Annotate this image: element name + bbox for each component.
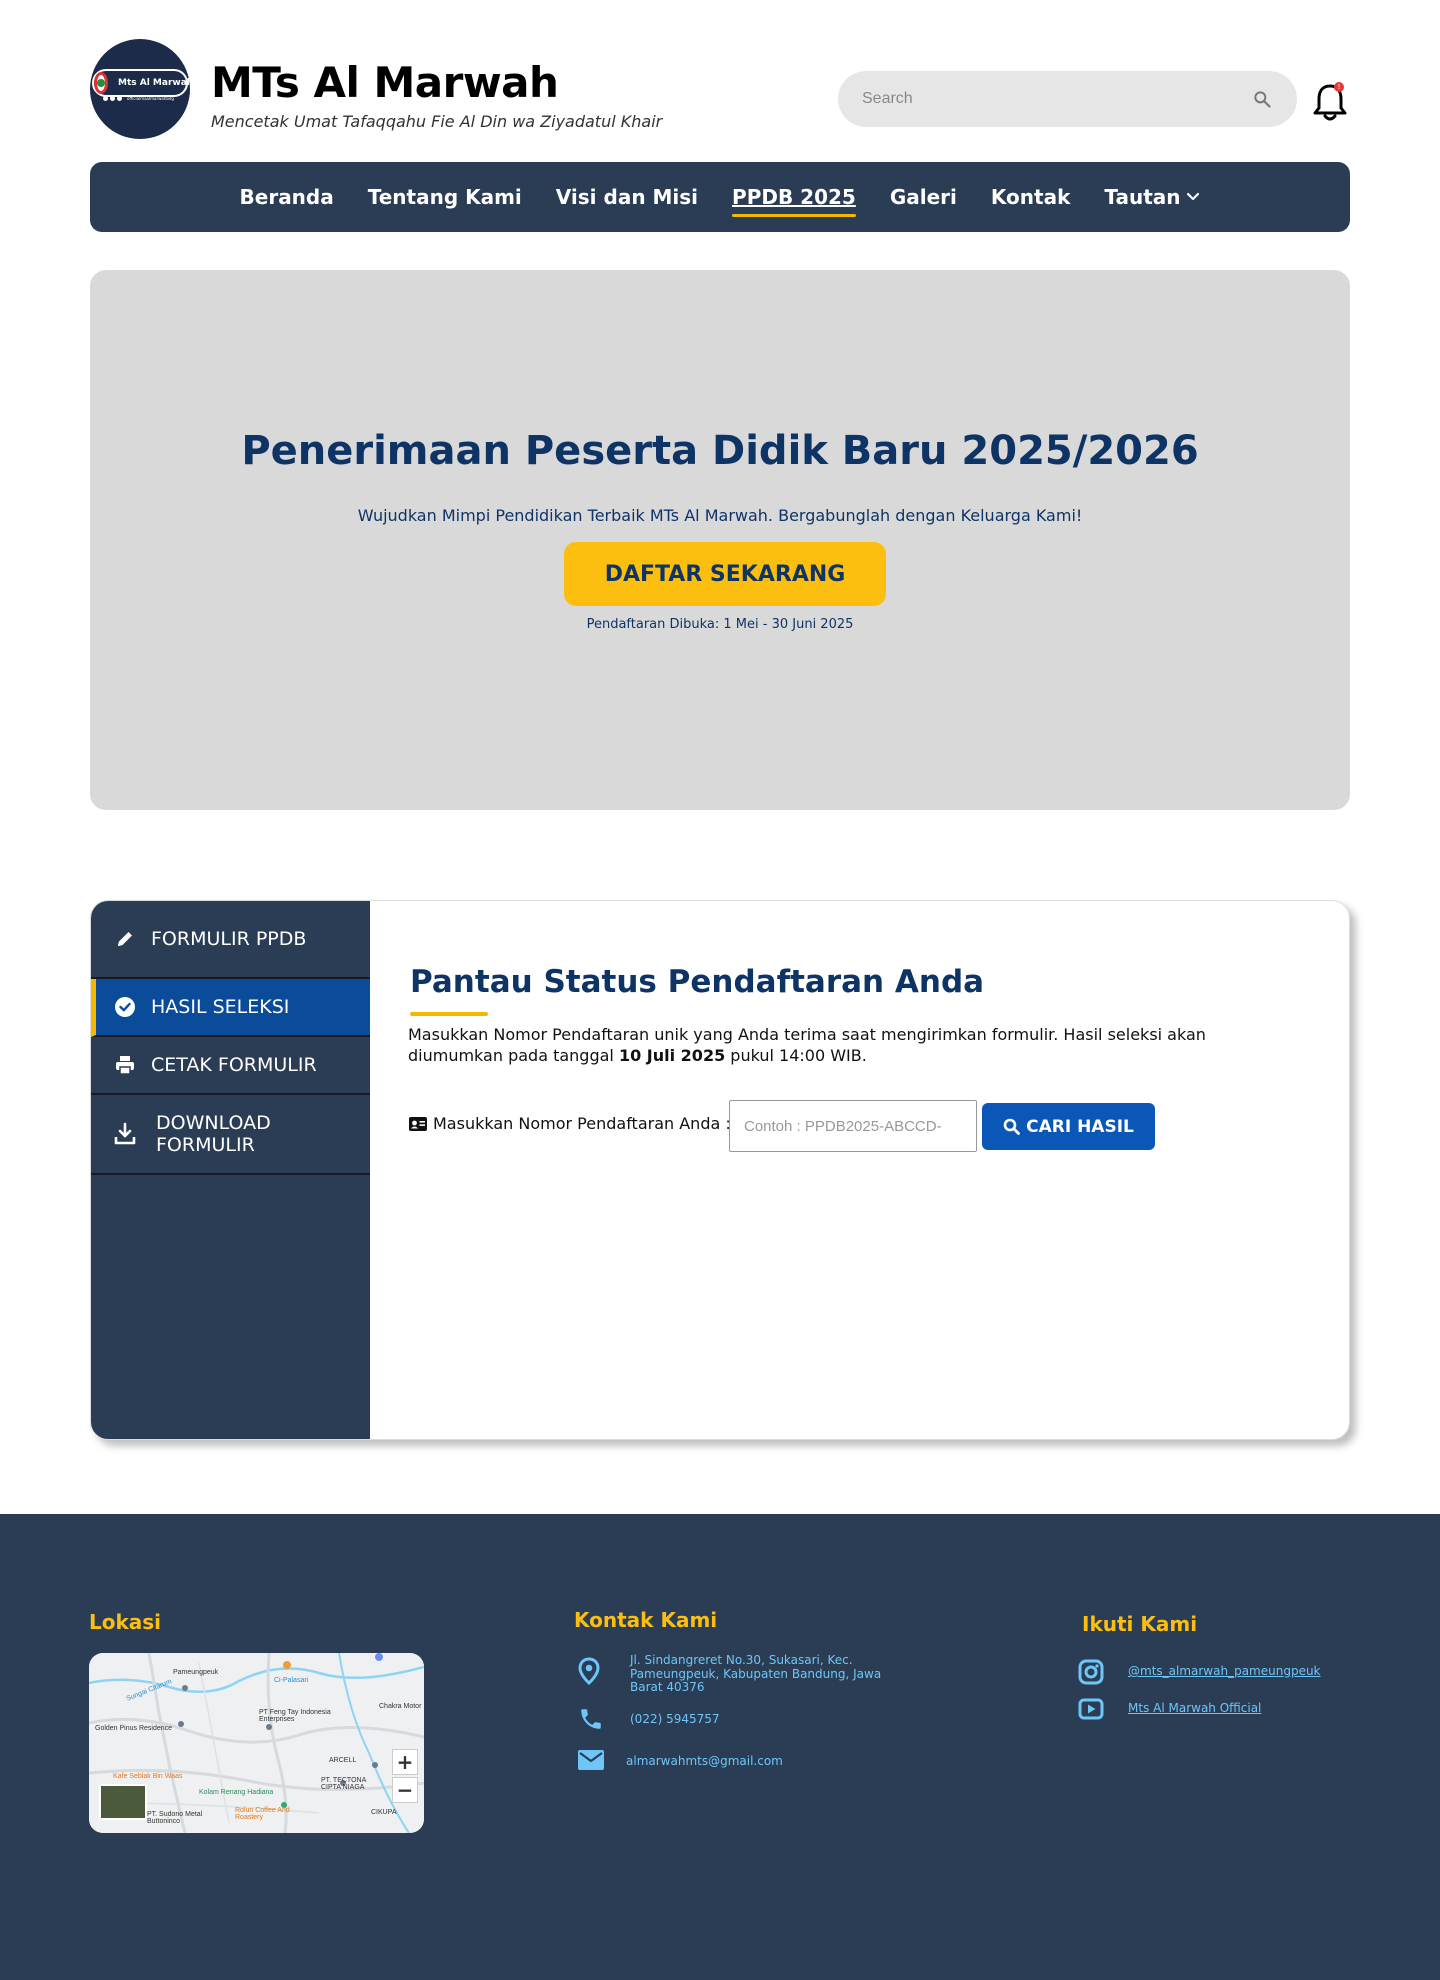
instagram-dot-icon [103,96,108,101]
map-label: PT. Sudono Metal Buttoninco [147,1811,203,1825]
nav-ppdb-2025[interactable]: PPDB 2025 [732,185,856,217]
youtube-icon [1078,1698,1104,1720]
logo-social-row: officialmaalmarwahbdg [103,96,174,101]
printer-icon [113,1053,137,1077]
instagram-link[interactable]: @mts_almarwah_pameungpeuk [1128,1664,1321,1679]
main-nav: Beranda Tentang Kami Visi dan Misi PPDB … [90,162,1350,232]
nav-tautan-label: Tautan [1104,185,1181,209]
nav-beranda[interactable]: Beranda [240,185,334,209]
zoom-in-button[interactable]: + [392,1749,418,1775]
sidebar-item-formulir-ppdb[interactable]: FORMULIR PPDB [91,901,370,979]
nav-tentang-kami[interactable]: Tentang Kami [368,185,522,209]
sidebar-item-label: FORMULIR PPDB [151,928,307,950]
search-bar [838,71,1297,127]
hero-title: Penerimaan Peserta Didik Baru 2025/2026 [241,428,1199,474]
logo-text: Mts Al Marwah [118,78,194,88]
location-map[interactable]: Pameungpeuk Ci-Palasari Golden Pinus Res… [89,1653,424,1833]
map-label: Kolam Renang Hadiana [199,1789,274,1796]
hero-subtitle: Wujudkan Mimpi Pendidikan Terbaik MTs Al… [357,506,1083,525]
sidebar-item-label: CETAK FORMULIR [151,1054,317,1076]
site-title: MTs Al Marwah [211,58,559,107]
email-address[interactable]: almarwahmts@gmail.com [626,1754,783,1769]
download-icon [113,1122,137,1146]
map-satellite-thumbnail[interactable] [99,1784,147,1820]
bell-icon[interactable] [1310,80,1350,124]
register-now-button[interactable]: DAFTAR SEKARANG [564,542,886,606]
nav-tautan-dropdown[interactable]: Tautan [1104,185,1200,209]
contact-heading: Kontak Kami [574,1608,718,1632]
lookup-label-row: Masukkan Nomor Pendaftaran Anda : [408,1114,731,1133]
zoom-out-button[interactable]: − [392,1777,418,1803]
map-label: Chakra Motor [379,1703,422,1710]
check-circle-icon [113,995,137,1019]
search-icon [1003,1118,1021,1135]
location-heading: Lokasi [89,1610,162,1634]
phone-icon [581,1709,601,1729]
search-input[interactable] [862,90,1251,108]
content-title: Pantau Status Pendaftaran Anda [410,964,985,1000]
phone-number[interactable]: (022) 5945757 [630,1712,720,1727]
map-label: PT Feng Tay Indonesia Enterprises [259,1709,331,1723]
map-label: CIKUPA [371,1809,397,1816]
lookup-label: Masukkan Nomor Pendaftaran Anda : [433,1114,731,1133]
location-pin-icon [578,1657,600,1685]
youtube-link[interactable]: Mts Al Marwah Official [1128,1701,1261,1716]
map-label: Kafe Seblak Bin Waas [113,1773,183,1780]
nav-galeri[interactable]: Galeri [890,185,957,209]
search-result-button[interactable]: CARI HASIL [982,1103,1155,1150]
announcement-date: 10 Juli 2025 [618,1046,726,1065]
sidebar-item-label: DOWNLOAD FORMULIR [156,1112,271,1156]
sidebar-item-cetak-formulir[interactable]: CETAK FORMULIR [91,1037,370,1095]
id-card-icon [408,1116,428,1132]
chevron-down-icon [1186,192,1200,202]
hero-banner [90,270,1350,810]
logo-seal-icon [94,72,108,94]
follow-heading: Ikuti Kami [1082,1612,1198,1636]
instagram-icon [1078,1659,1104,1685]
search-icon[interactable] [1251,88,1273,110]
logo-handle: officialmaalmarwahbdg [127,96,174,101]
map-label: Rolun Coffee And Roastery [235,1807,290,1821]
pencil-icon [113,927,137,951]
ppdb-sidebar: FORMULIR PPDB HASIL SELEKSI CETAK FORMUL… [91,901,370,1439]
nav-visi-misi[interactable]: Visi dan Misi [556,185,698,209]
nav-kontak[interactable]: Kontak [991,185,1070,209]
sidebar-item-download-formulir[interactable]: DOWNLOAD FORMULIR [91,1095,370,1175]
sidebar-item-hasil-seleksi[interactable]: HASIL SELEKSI [91,979,370,1037]
registration-number-input[interactable] [729,1100,977,1152]
desc-text-2: pukul 14:00 WIB. [725,1046,867,1065]
registration-period: Pendaftaran Dibuka: 1 Mei - 30 Juni 2025 [586,617,854,632]
site-tagline: Mencetak Umat Tafaqqahu Fie Al Din wa Zi… [211,112,663,131]
youtube-dot-icon [117,96,122,101]
search-result-label: CARI HASIL [1026,1116,1134,1137]
map-label: Ci-Palasari [274,1677,309,1684]
map-label: Golden Pinus Residence [95,1725,173,1732]
map-label: PT. TECTONA CIPTA NIAGA [321,1777,366,1791]
page: Mts Al Marwah officialmaalmarwahbdg MTs … [0,0,1440,1980]
content-description: Masukkan Nomor Pendaftaran unik yang And… [408,1024,1228,1066]
facebook-dot-icon [110,96,115,101]
sidebar-item-label: HASIL SELEKSI [151,996,290,1018]
address-text: Jl. Sindangreret No.30, Sukasari, Kec. P… [630,1653,882,1694]
map-label: Pameungpeuk [173,1669,219,1676]
title-underline [410,1012,488,1016]
map-label: ARCELL [329,1757,357,1764]
logo-badge: Mts Al Marwah [92,69,193,97]
notification-badge: ! [1334,82,1344,92]
email-icon [578,1750,604,1770]
